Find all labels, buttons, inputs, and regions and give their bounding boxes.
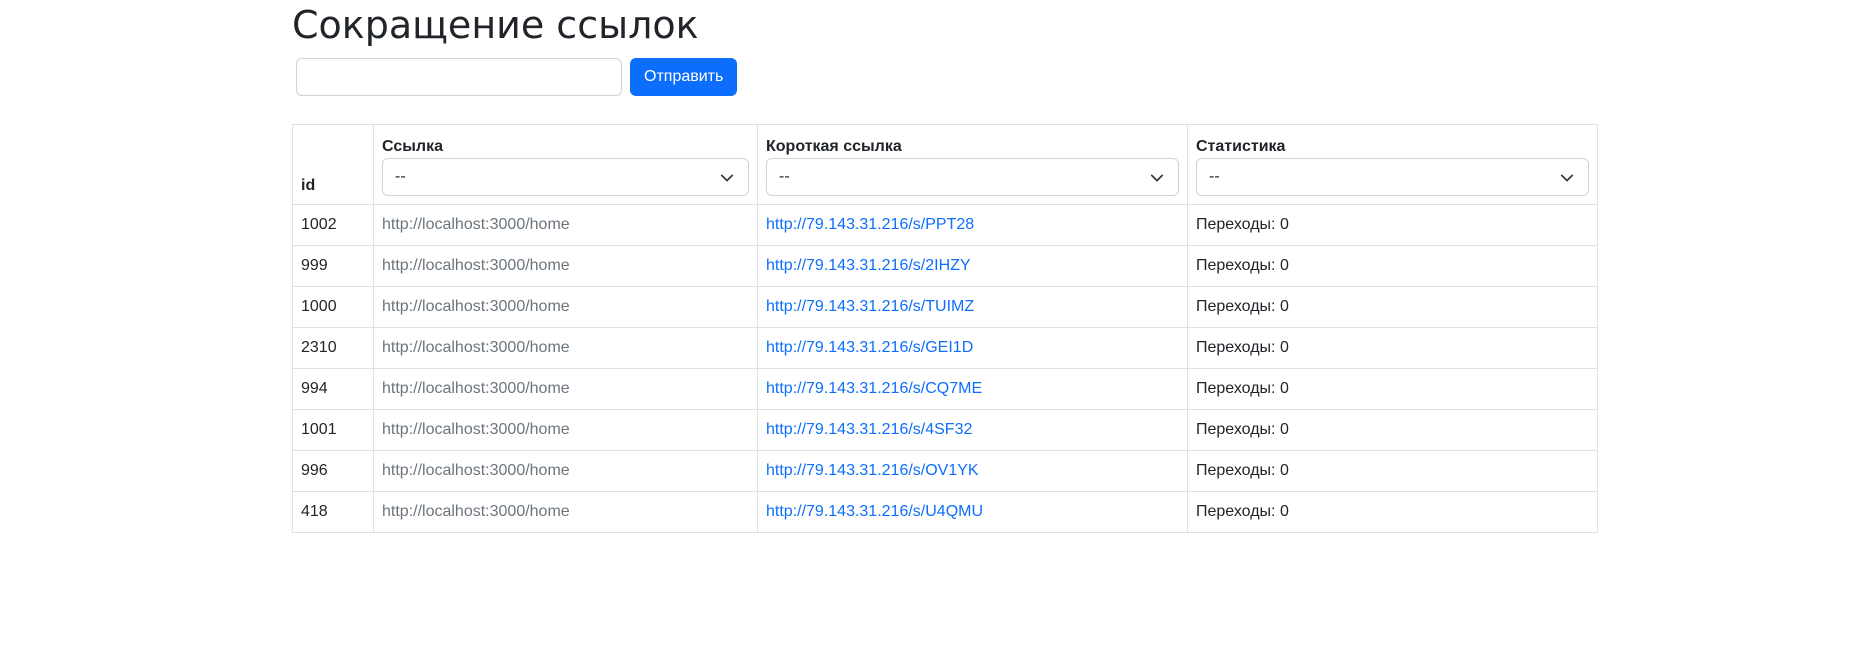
stats-filter-value: -- [1209, 168, 1220, 185]
column-header-short: Короткая ссылка -- [757, 124, 1188, 205]
column-header-short-label: Короткая ссылка [766, 138, 902, 155]
cell-id: 1001 [292, 409, 374, 451]
cell-original-url: http://localhost:3000/home [373, 491, 758, 533]
header-row: id Ссылка -- Короткая ссылка -- Статисти… [292, 124, 1598, 205]
short-url-link[interactable]: http://79.143.31.216/s/2IHZY [766, 257, 971, 274]
table-row: 994 http://localhost:3000/home http://79.1… [292, 368, 1598, 410]
short-url-link[interactable]: http://79.143.31.216/s/U4QMU [766, 503, 983, 520]
table-head: id Ссылка -- Короткая ссылка -- Статисти… [292, 124, 1598, 205]
cell-short-url: http://79.143.31.216/s/GEI1D [757, 327, 1188, 369]
cell-short-url: http://79.143.31.216/s/4SF32 [757, 409, 1188, 451]
cell-id: 1002 [292, 204, 374, 246]
short-url-link[interactable]: http://79.143.31.216/s/CQ7ME [766, 380, 982, 397]
cell-original-url: http://localhost:3000/home [373, 409, 758, 451]
cell-id: 418 [292, 491, 374, 533]
column-header-stats-label: Статистика [1196, 138, 1286, 155]
cell-id: 999 [292, 245, 374, 287]
table-row: 996 http://localhost:3000/home http://79.1… [292, 450, 1598, 492]
stats-filter-select[interactable]: -- [1196, 158, 1589, 196]
cell-stats: Переходы: 0 [1187, 409, 1598, 451]
links-table: id Ссылка -- Короткая ссылка -- Статисти… [292, 124, 1598, 533]
cell-short-url: http://79.143.31.216/s/OV1YK [757, 450, 1188, 492]
cell-stats: Переходы: 0 [1187, 450, 1598, 492]
short-url-link[interactable]: http://79.143.31.216/s/PPT28 [766, 216, 974, 233]
cell-short-url: http://79.143.31.216/s/CQ7ME [757, 368, 1188, 410]
cell-original-url: http://localhost:3000/home [373, 245, 758, 287]
column-header-url-label: Ссылка [382, 138, 443, 155]
table-row: 418 http://localhost:3000/home http://79.1… [292, 491, 1598, 533]
url-filter-select[interactable]: -- [382, 158, 749, 196]
short-url-link[interactable]: http://79.143.31.216/s/GEI1D [766, 339, 973, 356]
cell-original-url: http://localhost:3000/home [373, 450, 758, 492]
chevron-down-icon [1150, 174, 1164, 182]
cell-stats: Переходы: 0 [1187, 491, 1598, 533]
table-row: 1001 http://localhost:3000/home http://79.… [292, 409, 1598, 451]
cell-short-url: http://79.143.31.216/s/U4QMU [757, 491, 1188, 533]
cell-stats: Переходы: 0 [1187, 368, 1598, 410]
cell-id: 994 [292, 368, 374, 410]
table-row: 1002 http://localhost:3000/home http://79.… [292, 204, 1598, 246]
column-header-id: id [292, 124, 374, 205]
shorten-form: Отправить [296, 58, 738, 96]
column-header-url: Ссылка -- [373, 124, 758, 205]
column-header-stats: Статистика -- [1187, 124, 1598, 205]
page-title: Сокращение ссылок [292, 3, 699, 47]
table-row: 999 http://localhost:3000/home http://79.1… [292, 245, 1598, 287]
short-filter-select[interactable]: -- [766, 158, 1179, 196]
cell-original-url: http://localhost:3000/home [373, 327, 758, 369]
cell-short-url: http://79.143.31.216/s/TUIMZ [757, 286, 1188, 328]
short-filter-value: -- [779, 168, 790, 185]
submit-button[interactable]: Отправить [630, 58, 738, 96]
table-body: 1002 http://localhost:3000/home http://79.… [292, 204, 1598, 533]
chevron-down-icon [720, 174, 734, 182]
page: Сокращение ссылок Отправить id Ссылка -- [0, 0, 1876, 655]
url-input[interactable] [296, 58, 622, 96]
table-row: 2310 http://localhost:3000/home http://79.… [292, 327, 1598, 369]
cell-original-url: http://localhost:3000/home [373, 204, 758, 246]
cell-original-url: http://localhost:3000/home [373, 368, 758, 410]
cell-id: 996 [292, 450, 374, 492]
column-header-id-label: id [301, 177, 316, 194]
cell-stats: Переходы: 0 [1187, 286, 1598, 328]
url-filter-value: -- [395, 168, 406, 185]
short-url-link[interactable]: http://79.143.31.216/s/TUIMZ [766, 298, 974, 315]
cell-stats: Переходы: 0 [1187, 245, 1598, 287]
cell-stats: Переходы: 0 [1187, 204, 1598, 246]
cell-short-url: http://79.143.31.216/s/2IHZY [757, 245, 1188, 287]
table-row: 1000 http://localhost:3000/home http://79.… [292, 286, 1598, 328]
cell-original-url: http://localhost:3000/home [373, 286, 758, 328]
short-url-link[interactable]: http://79.143.31.216/s/4SF32 [766, 421, 972, 438]
cell-short-url: http://79.143.31.216/s/PPT28 [757, 204, 1188, 246]
cell-stats: Переходы: 0 [1187, 327, 1598, 369]
short-url-link[interactable]: http://79.143.31.216/s/OV1YK [766, 462, 979, 479]
chevron-down-icon [1560, 174, 1574, 182]
cell-id: 1000 [292, 286, 374, 328]
cell-id: 2310 [292, 327, 374, 369]
